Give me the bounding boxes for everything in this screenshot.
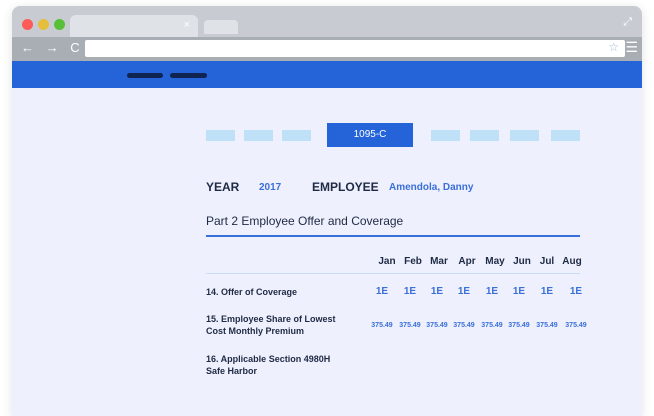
premium-cell-may[interactable]: 375.49 xyxy=(478,322,506,329)
offer-cell-feb[interactable]: 1E xyxy=(396,286,424,297)
premium-cell-jul[interactable]: 375.49 xyxy=(533,322,561,329)
premium-cell-jun[interactable]: 375.49 xyxy=(505,322,533,329)
form-tab-placeholder[interactable] xyxy=(206,130,235,141)
close-window-button[interactable] xyxy=(22,19,33,30)
row-label-offer-of-coverage: 14. Offer of Coverage xyxy=(206,286,297,298)
section-divider xyxy=(206,235,580,237)
row-label-line: 16. Applicable Section 4980H xyxy=(206,354,331,364)
employee-label: EMPLOYEE xyxy=(312,180,379,194)
row-label-line: 14. Offer of Coverage xyxy=(206,287,298,297)
offer-cell-jul[interactable]: 1E xyxy=(533,286,561,297)
header-nav-item[interactable] xyxy=(170,73,207,78)
offer-cell-jun[interactable]: 1E xyxy=(505,286,533,297)
form-tab-placeholder[interactable] xyxy=(282,130,311,141)
navigation-buttons[interactable]: ← → C xyxy=(21,40,84,55)
premium-cell-aug[interactable]: 375.49 xyxy=(562,322,590,329)
browser-tab[interactable]: × xyxy=(70,15,198,37)
close-tab-icon[interactable]: × xyxy=(184,19,190,31)
month-header-mar: Mar xyxy=(430,256,448,267)
row-label-line: Cost Monthly Premium xyxy=(206,326,305,336)
month-header-apr: Apr xyxy=(458,256,476,267)
form-tab-placeholder[interactable] xyxy=(431,130,460,141)
form-content: 1095-C YEAR 2017 EMPLOYEE Amendola, Dann… xyxy=(12,88,642,416)
year-value: 2017 xyxy=(259,182,282,193)
window-controls xyxy=(22,19,65,30)
app-header xyxy=(12,61,642,88)
offer-cell-apr[interactable]: 1E xyxy=(450,286,478,297)
maximize-window-button[interactable] xyxy=(54,19,65,30)
row-label-line: Safe Harbor xyxy=(206,366,258,376)
form-tab-placeholder[interactable] xyxy=(551,130,580,141)
month-header-jan: Jan xyxy=(378,256,396,267)
month-header-jul: Jul xyxy=(539,256,555,267)
year-label: YEAR xyxy=(206,180,240,194)
premium-cell-jan[interactable]: 375.49 xyxy=(368,322,396,329)
month-header-may: May xyxy=(485,256,505,267)
offer-cell-aug[interactable]: 1E xyxy=(562,286,590,297)
fullscreen-icon[interactable]: ⤢ xyxy=(623,16,632,29)
employee-value: Amendola, Danny xyxy=(389,182,474,193)
row-label-safe-harbor: 16. Applicable Section 4980H Safe Harbor xyxy=(206,353,330,377)
offer-cell-mar[interactable]: 1E xyxy=(423,286,451,297)
premium-cell-feb[interactable]: 375.49 xyxy=(396,322,424,329)
premium-cell-apr[interactable]: 375.49 xyxy=(450,322,478,329)
premium-cell-mar[interactable]: 375.49 xyxy=(423,322,451,329)
row-label-line: 15. Employee Share of Lowest xyxy=(206,314,336,324)
address-bar: ← → C ☆ ☰ xyxy=(12,37,642,61)
offer-cell-may[interactable]: 1E xyxy=(478,286,506,297)
minimize-window-button[interactable] xyxy=(38,19,49,30)
header-nav-item[interactable] xyxy=(127,73,163,78)
month-header-feb: Feb xyxy=(404,256,422,267)
url-input[interactable]: ☆ xyxy=(85,40,625,57)
browser-window: × ⤢ ← → C ☆ ☰ 1095-C YEAR 2017 EMPLOYEE … xyxy=(12,6,642,416)
month-header-aug: Aug xyxy=(562,256,582,267)
form-tab-placeholder[interactable] xyxy=(510,130,539,141)
browser-menu-icon[interactable]: ☰ xyxy=(625,39,638,56)
month-header-jun: Jun xyxy=(513,256,531,267)
tab-1095c[interactable]: 1095-C xyxy=(327,123,413,147)
form-tab-placeholder[interactable] xyxy=(470,130,499,141)
section-title: Part 2 Employee Offer and Coverage xyxy=(206,214,404,228)
offer-cell-jan[interactable]: 1E xyxy=(368,286,396,297)
row-label-employee-share: 15. Employee Share of Lowest Cost Monthl… xyxy=(206,313,336,337)
new-tab-button[interactable] xyxy=(204,20,238,34)
form-tab-placeholder[interactable] xyxy=(244,130,273,141)
bookmark-star-icon[interactable]: ☆ xyxy=(608,40,619,54)
table-header-divider xyxy=(206,273,580,274)
